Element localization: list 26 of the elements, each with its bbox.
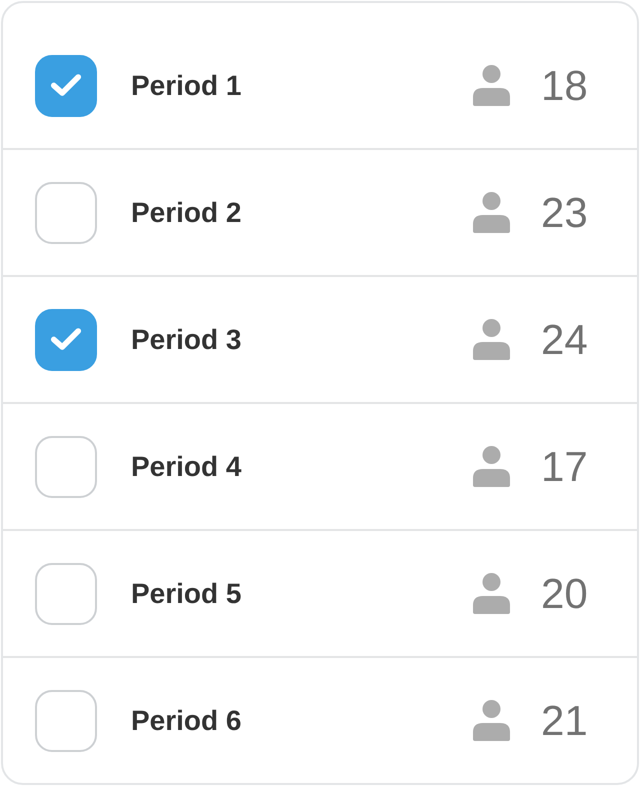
student-count: 18 bbox=[541, 62, 589, 110]
person-icon bbox=[473, 192, 510, 233]
person-icon bbox=[473, 700, 510, 741]
checkbox[interactable] bbox=[35, 54, 97, 116]
checkbox[interactable] bbox=[35, 182, 97, 244]
checkbox[interactable] bbox=[35, 436, 97, 498]
period-label: Period 1 bbox=[131, 70, 242, 102]
person-icon bbox=[473, 573, 510, 614]
student-count: 21 bbox=[541, 696, 589, 744]
period-label: Period 2 bbox=[131, 196, 242, 228]
checkmark-icon bbox=[50, 327, 82, 352]
checkbox[interactable] bbox=[35, 562, 97, 624]
period-label: Period 4 bbox=[131, 450, 242, 482]
checkbox[interactable] bbox=[35, 690, 97, 752]
student-count: 20 bbox=[541, 570, 589, 618]
student-count: 23 bbox=[541, 188, 589, 236]
student-count: 24 bbox=[541, 316, 589, 364]
person-icon bbox=[473, 65, 510, 106]
period-label: Period 3 bbox=[131, 324, 242, 356]
person-icon bbox=[473, 446, 510, 487]
person-icon bbox=[473, 319, 510, 360]
period-label: Period 5 bbox=[131, 578, 242, 610]
student-count: 17 bbox=[541, 442, 589, 490]
period-label: Period 6 bbox=[131, 704, 242, 736]
checkbox[interactable] bbox=[35, 308, 97, 370]
checkmark-icon bbox=[50, 73, 82, 98]
